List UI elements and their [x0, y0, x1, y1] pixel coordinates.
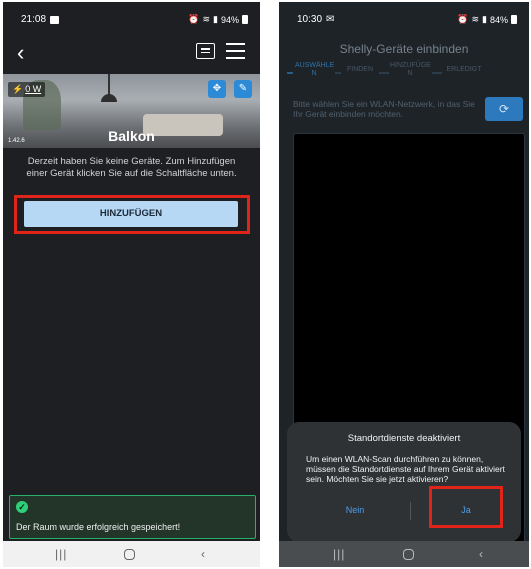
alarm-icon: ⏰ [457, 14, 469, 24]
page-title: Shelly-Geräte einbinden [339, 42, 469, 56]
status-bar: 21:08 ⏰ ≋ ▮ 94% [3, 2, 260, 34]
gallery-notification-icon [50, 15, 60, 24]
nav-back-icon[interactable]: ‹ [479, 547, 483, 561]
toast-message: Der Raum wurde erfolgreich gespeichert! [16, 522, 181, 532]
status-bar: 10:30 ✉ ⏰ ≋ ▮ 84% [279, 2, 529, 34]
clock: 10:30 [297, 14, 323, 25]
chat-icon[interactable] [196, 43, 215, 59]
alarm-icon: ⏰ [188, 14, 200, 24]
chat-notification-icon: ✉ [326, 14, 335, 25]
add-device-button[interactable]: HINZUFÜGEN [24, 201, 238, 227]
signal-icon: ▮ [482, 14, 487, 24]
clock: 21:08 [21, 14, 47, 25]
left-phone-screen: 21:08 ⏰ ≋ ▮ 94% ‹ ⚡ 0 W ✥ ✎ Balkon 1.42.6… [3, 2, 260, 567]
app-header: ‹ [3, 34, 260, 72]
nav-back-icon[interactable]: ‹ [201, 547, 205, 561]
instruction-text: Bitte wählen Sie ein WLAN-Netzwerk, in d… [293, 99, 475, 119]
refresh-icon[interactable]: ⟳ [485, 97, 523, 121]
wifi-icon: ≋ [471, 14, 480, 24]
battery-percent: 84% [489, 14, 508, 25]
battery-icon [511, 15, 517, 24]
home-icon[interactable] [403, 549, 414, 560]
power-value: 0 W [25, 84, 42, 94]
back-icon[interactable]: ‹ [17, 40, 24, 66]
room-name: Balkon [108, 128, 155, 144]
step-select[interactable]: AUSWÄHLE N [295, 62, 334, 78]
right-phone-screen: 10:30 ✉ ⏰ ≋ ▮ 84% Shelly-Geräte einbinde… [279, 2, 529, 567]
recent-apps-icon[interactable]: ||| [333, 547, 345, 561]
recent-apps-icon[interactable]: ||| [55, 547, 67, 561]
signal-icon: ▮ [213, 14, 218, 24]
room-banner: ⚡ 0 W ✥ ✎ Balkon 1.42.6 [3, 74, 260, 148]
lightning-icon: ⚡ [12, 84, 24, 94]
dialog-message: Um einen WLAN-Scan durchführen zu können… [306, 454, 505, 484]
step-done[interactable]: ERLEDIGT [444, 66, 484, 74]
power-consumption-badge[interactable]: ⚡ 0 W [8, 82, 46, 97]
menu-icon[interactable] [226, 43, 245, 64]
android-nav-bar: ||| ‹ [279, 541, 529, 567]
step-add[interactable]: HINZUFÜGE N [390, 62, 431, 78]
battery-icon [242, 15, 248, 24]
app-version: 1.42.6 [8, 138, 25, 144]
location-dialog: Standortdienste deaktiviert Um einen WLA… [287, 422, 521, 542]
success-toast: ✓ Der Raum wurde erfolgreich gespeichert… [9, 495, 256, 539]
step-find[interactable]: FINDEN [343, 66, 377, 74]
confirm-button[interactable]: Ja [437, 501, 495, 519]
step-indicator: AUSWÄHLE N FINDEN HINZUFÜGE N ERLEDIGT [287, 62, 529, 86]
cancel-button[interactable]: Nein [305, 501, 405, 519]
edit-icon[interactable]: ✎ [234, 80, 252, 98]
wifi-icon: ≋ [202, 14, 211, 24]
check-icon: ✓ [16, 501, 28, 513]
dialog-title: Standortdienste deaktiviert [347, 433, 461, 444]
button-divider [410, 502, 411, 520]
battery-percent: 94% [220, 14, 239, 25]
home-icon[interactable] [124, 549, 135, 560]
move-icon[interactable]: ✥ [208, 80, 226, 98]
android-nav-bar: ||| ‹ [3, 541, 260, 567]
empty-devices-message: Derzeit haben Sie keine Geräte. Zum Hinz… [26, 156, 237, 179]
